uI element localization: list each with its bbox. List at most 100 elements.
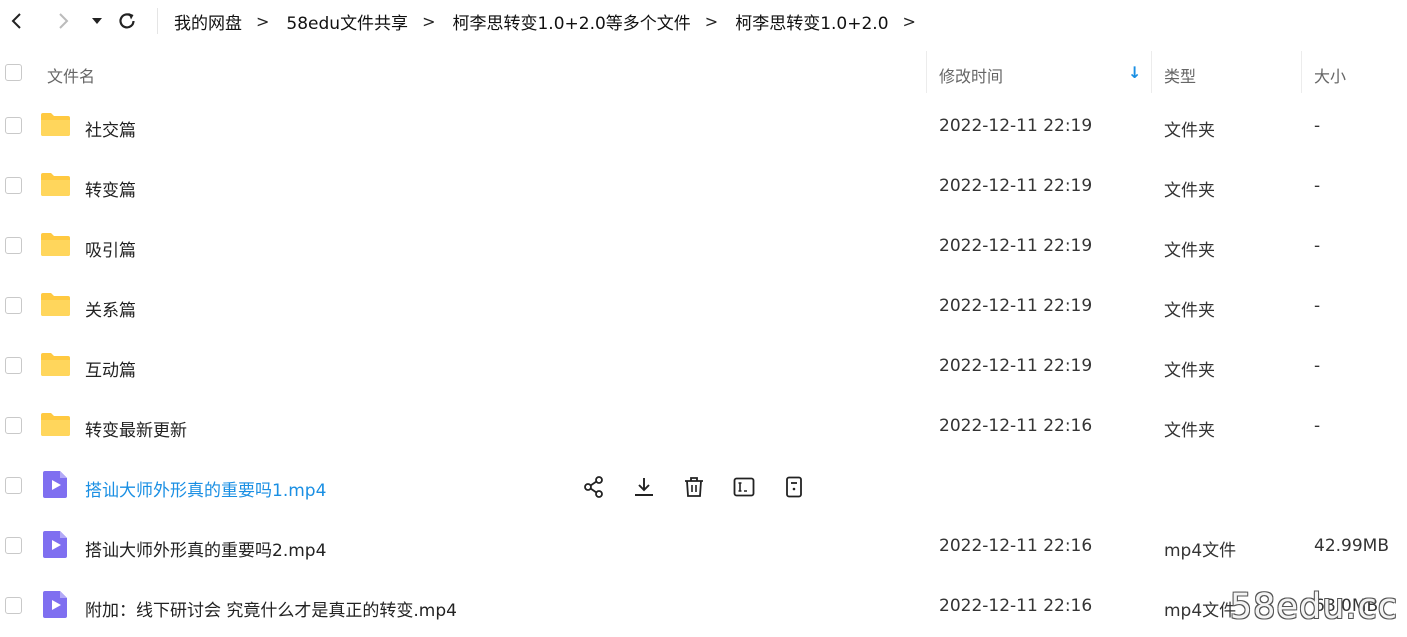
file-type: 文件夹 [1164,421,1215,441]
column-header-modified[interactable]: 修改时间 [939,63,1003,87]
file-modified: 2022-12-11 22:16 [939,536,1093,556]
folder-icon [41,113,70,136]
file-name[interactable]: 搭讪大师外形真的重要吗2.mp4 [85,536,326,561]
file-modified: 2022-12-11 22:16 [939,596,1093,616]
file-modified: 2022-12-11 22:19 [939,356,1093,376]
breadcrumb: 我的网盘 > 58edu文件共享 > 柯李思转变1.0+2.0等多个文件 > 柯… [174,0,933,42]
row-checkbox[interactable] [5,537,22,554]
file-name[interactable]: 吸引篇 [85,236,136,261]
column-divider [926,51,927,93]
file-name[interactable]: 社交篇 [85,116,136,141]
toolbar: 我的网盘 > 58edu文件共享 > 柯李思转变1.0+2.0等多个文件 > 柯… [0,0,1407,42]
delete-icon [685,477,703,497]
row-checkbox[interactable] [5,237,22,254]
file-list-header: 文件名 修改时间 ↓ 类型 大小 [0,45,1407,101]
column-divider [1151,51,1152,93]
chevron-left-icon [11,13,21,29]
refresh-button[interactable] [114,8,140,34]
row-action-bar [580,473,830,501]
breadcrumb-separator: > [902,11,916,31]
row-checkbox[interactable] [5,177,22,194]
video-file-icon [43,591,67,618]
folder-icon [41,413,70,436]
forward-button[interactable] [50,8,76,34]
folder-icon [41,353,70,376]
file-row[interactable]: 社交篇 2022-12-11 22:19 文件夹 - [0,97,1407,157]
breadcrumb-item[interactable]: 我的网盘 [174,9,242,34]
file-name[interactable]: 附加：线下研讨会 究竟什么才是真正的转变.mp4 [85,596,457,621]
folder-icon [41,233,70,256]
file-modified: 2022-12-11 22:19 [939,296,1093,316]
toolbar-divider [157,8,158,34]
delete-button[interactable] [680,473,708,501]
row-checkbox[interactable] [5,597,22,614]
row-checkbox[interactable] [5,477,22,494]
file-type: 文件夹 [1164,241,1215,261]
file-name[interactable]: 关系篇 [85,296,136,321]
more-button[interactable] [780,473,808,501]
share-icon [584,476,603,498]
file-size: - [1314,116,1321,136]
column-header-name[interactable]: 文件名 [47,63,95,87]
file-size: - [1314,236,1321,256]
history-dropdown-button[interactable] [84,8,110,34]
file-modified: 2022-12-11 22:16 [939,416,1093,436]
video-file-icon [43,471,67,498]
row-checkbox[interactable] [5,117,22,134]
breadcrumb-item[interactable]: 柯李思转变1.0+2.0等多个文件 [452,9,690,34]
file-type: mp4文件 [1164,541,1237,561]
file-type: 文件夹 [1164,301,1215,321]
column-header-size[interactable]: 大小 [1314,63,1346,87]
file-name[interactable]: 搭讪大师外形真的重要吗1.mp4 [85,476,326,501]
breadcrumb-separator: > [422,11,436,31]
column-header-type[interactable]: 类型 [1164,63,1196,87]
file-row[interactable]: 转变篇 2022-12-11 22:19 文件夹 - [0,157,1407,217]
file-name[interactable]: 转变篇 [85,176,136,201]
file-size: - [1314,296,1321,316]
column-divider [1301,51,1302,93]
download-icon [635,478,653,496]
folder-icon [41,173,70,196]
file-modified: 2022-12-11 22:19 [939,116,1093,136]
file-modified: 2022-12-11 22:19 [939,176,1093,196]
row-checkbox[interactable] [5,357,22,374]
file-type: 文件夹 [1164,181,1215,201]
chevron-right-icon [59,13,69,29]
download-button[interactable] [630,473,658,501]
file-type: mp4文件 [1164,601,1237,621]
file-size: - [1314,176,1321,196]
file-type: 文件夹 [1164,121,1215,141]
breadcrumb-separator: > [704,11,719,31]
file-size: - [1314,416,1321,436]
file-size: - [1314,356,1321,376]
file-row[interactable]: 搭讪大师外形真的重要吗2.mp4 2022-12-11 22:16 mp4文件 … [0,517,1407,577]
file-name[interactable]: 转变最新更新 [85,416,187,441]
file-row[interactable]: 附加：线下研讨会 究竟什么才是真正的转变.mp4 2022-12-11 22:1… [0,577,1407,637]
row-checkbox[interactable] [5,417,22,434]
watermark: 58edu.cc [1229,587,1398,627]
more-icon [786,476,802,498]
caret-down-icon [92,18,102,24]
folder-icon [41,293,70,316]
file-modified: 2022-12-11 22:19 [939,236,1093,256]
file-row[interactable]: 转变最新更新 2022-12-11 22:16 文件夹 - [0,397,1407,457]
select-all-checkbox[interactable] [5,64,22,81]
file-size: 42.99MB [1314,536,1389,556]
file-row[interactable]: 互动篇 2022-12-11 22:19 文件夹 - [0,337,1407,397]
breadcrumb-separator: > [256,11,270,31]
file-row[interactable]: 吸引篇 2022-12-11 22:19 文件夹 - [0,217,1407,277]
back-button[interactable] [4,8,30,34]
rename-button[interactable] [730,473,758,501]
refresh-icon [119,13,135,29]
file-row-hovered[interactable]: 搭讪大师外形真的重要吗1.mp4 [0,457,1407,517]
breadcrumb-item[interactable]: 58edu文件共享 [286,9,408,34]
file-name[interactable]: 互动篇 [85,356,136,381]
rename-icon [733,477,755,497]
file-row[interactable]: 关系篇 2022-12-11 22:19 文件夹 - [0,277,1407,337]
share-button[interactable] [580,473,608,501]
video-file-icon [43,531,67,558]
sort-descending-icon[interactable]: ↓ [1128,63,1141,82]
row-checkbox[interactable] [5,297,22,314]
breadcrumb-item-current[interactable]: 柯李思转变1.0+2.0 [735,9,888,34]
file-type: 文件夹 [1164,361,1215,381]
